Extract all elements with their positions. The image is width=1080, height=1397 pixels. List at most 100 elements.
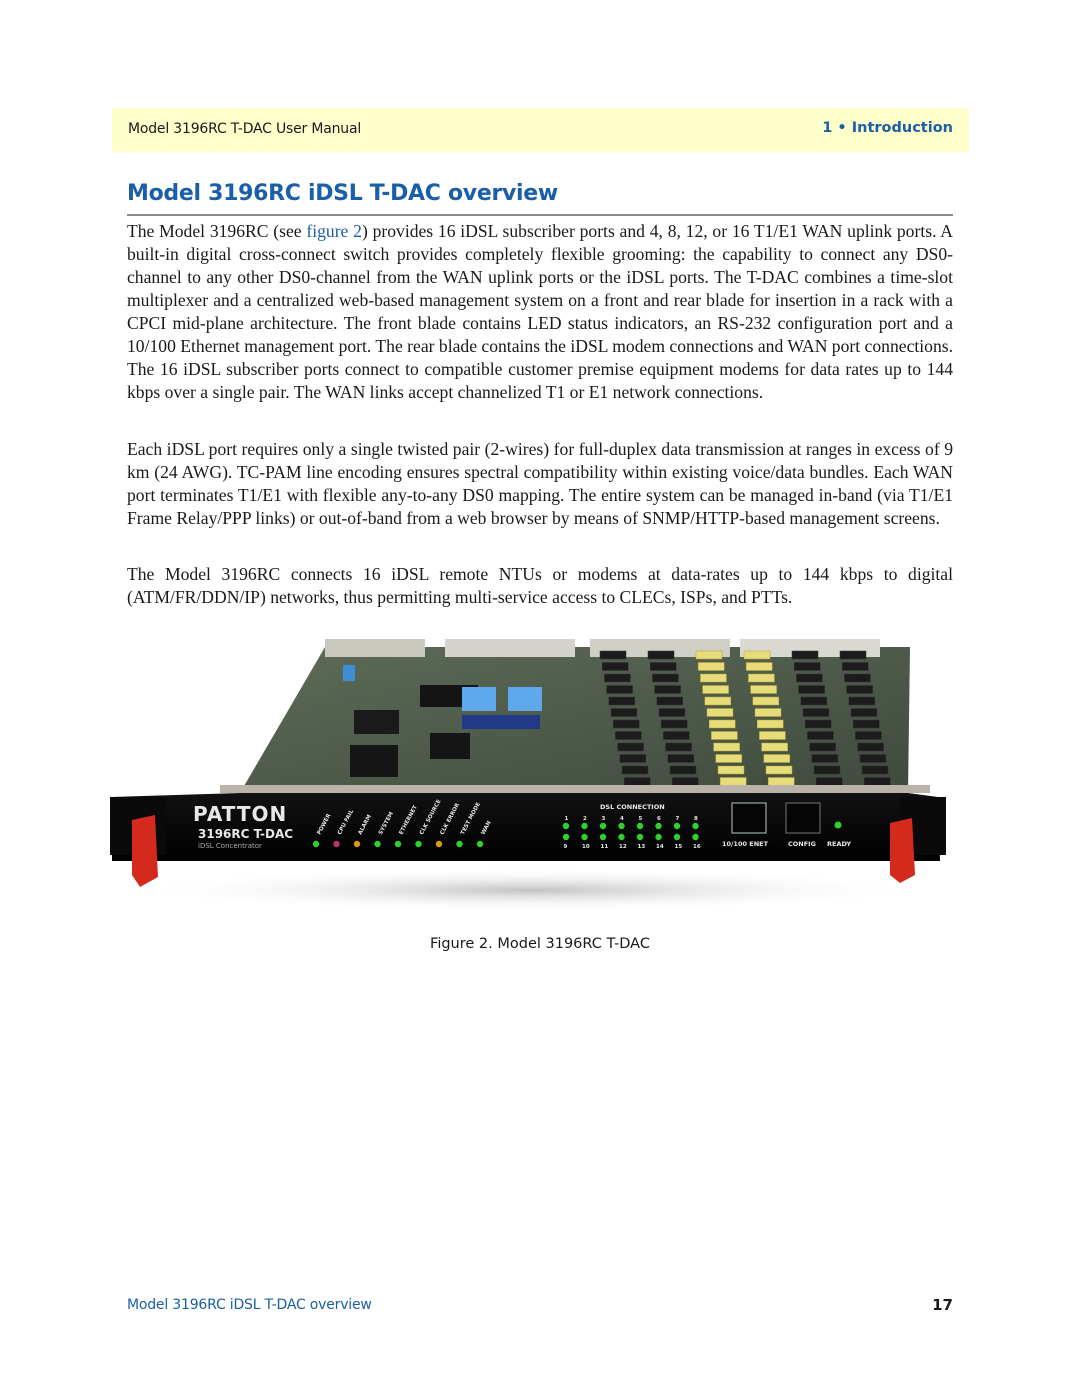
tdac-blade-illustration: PATTON 3196RC T-DAC iDSL Concentrator PO… — [110, 639, 946, 912]
board-component — [802, 708, 830, 717]
figure-caption: Figure 2. Model 3196RC T-DAC — [430, 936, 650, 952]
board-component — [667, 754, 695, 763]
footer-section-name: Model 3196RC iDSL T-DAC overview — [127, 1297, 372, 1313]
paragraph-text: ) provides 16 iDSL subscriber ports and … — [127, 221, 953, 402]
running-header: Model 3196RC T-DAC User Manual 1 • Intro… — [112, 108, 969, 152]
figure-2-link[interactable]: figure 2 — [306, 221, 362, 241]
board-component — [863, 777, 891, 786]
chapter-link[interactable]: 1 • Introduction — [822, 120, 953, 136]
board-component — [750, 685, 777, 694]
dsl-led — [581, 833, 588, 841]
board-component — [859, 754, 887, 763]
panel-subtitle: iDSL Concentrator — [198, 842, 262, 850]
board-component — [601, 662, 629, 671]
dsl-port-label: 7 — [676, 816, 680, 822]
paragraph-idsl-port: Each iDSL port requires only a single tw… — [127, 439, 953, 528]
right-ejector-handle — [890, 818, 915, 883]
dsl-port-label: 11 — [601, 844, 609, 850]
status-led — [353, 840, 361, 848]
dsl-led — [655, 822, 662, 830]
config-port-label: CONFIG — [788, 840, 816, 848]
board-component — [604, 673, 631, 683]
status-led — [456, 840, 463, 848]
board-component — [800, 696, 828, 706]
dsl-led — [673, 822, 681, 830]
board-component — [756, 719, 784, 729]
board-component — [857, 742, 884, 752]
status-led — [333, 840, 340, 848]
left-ejector-handle — [132, 815, 158, 887]
dsl-port-label: 6 — [657, 816, 661, 822]
board-component — [841, 662, 869, 671]
dsl-port-label: 13 — [638, 844, 646, 850]
board-component — [815, 777, 843, 786]
chip — [354, 710, 399, 734]
dsl-connection-heading: DSL CONNECTION — [600, 803, 665, 811]
board-component — [743, 650, 771, 660]
dsl-led — [562, 833, 570, 841]
dsl-led — [673, 833, 681, 841]
dsl-port-label: 1 — [565, 816, 569, 822]
board-component — [848, 696, 876, 706]
board-component — [671, 777, 699, 786]
board-component — [663, 731, 690, 740]
board-component — [702, 685, 729, 694]
dsl-port-label: 8 — [694, 816, 698, 822]
config-port[interactable] — [785, 802, 821, 834]
ready-label: READY — [827, 840, 851, 848]
dsl-led — [636, 833, 644, 841]
board-component — [697, 662, 725, 671]
board-component — [623, 777, 651, 786]
board-component — [617, 742, 644, 752]
dsl-port-label: 3 — [602, 816, 606, 822]
board-component — [656, 696, 684, 706]
board-component — [654, 685, 681, 694]
board-component — [665, 742, 692, 752]
chip — [430, 733, 470, 759]
page-number: 17 — [932, 1296, 953, 1314]
board-component — [861, 765, 889, 775]
chip — [350, 745, 398, 777]
board-component — [761, 742, 788, 752]
dsl-port-label: 4 — [620, 816, 624, 822]
dsl-led — [618, 822, 625, 830]
dsl-port-label: 10 — [582, 844, 590, 850]
board-component — [752, 696, 780, 706]
ethernet-port-label: 10/100 ENET — [722, 840, 769, 848]
board-component — [713, 742, 740, 752]
dsl-led — [599, 822, 607, 830]
section-title: Model 3196RC iDSL T-DAC overview — [127, 181, 558, 206]
status-led — [476, 840, 484, 848]
manual-title: Model 3196RC T-DAC User Manual — [128, 121, 362, 137]
dip-switch — [343, 665, 355, 681]
drop-shadow — [130, 868, 930, 912]
board-component — [649, 662, 677, 671]
status-led — [312, 840, 320, 848]
board-component — [745, 662, 773, 671]
board-component — [852, 719, 880, 729]
board-component — [767, 777, 795, 786]
board-component — [754, 708, 782, 717]
board-component — [619, 754, 647, 763]
board-component — [809, 742, 836, 752]
status-led — [435, 840, 443, 848]
board-component — [700, 673, 727, 683]
board-component — [606, 685, 633, 694]
status-led — [394, 840, 402, 848]
front-rail — [220, 785, 930, 793]
rear-connector — [325, 639, 425, 657]
dsl-port-label: 12 — [619, 844, 627, 850]
board-component — [719, 777, 747, 786]
brand-logo: PATTON — [193, 802, 287, 826]
paragraph-text: The Model 3196RC (see — [127, 221, 307, 241]
paragraph-connectivity: The Model 3196RC connects 16 iDSL remote… — [127, 564, 953, 607]
board-component — [610, 708, 638, 717]
board-component — [658, 708, 686, 717]
board-component — [715, 754, 743, 763]
ethernet-port[interactable] — [731, 802, 767, 834]
board-component — [621, 765, 649, 775]
status-led — [415, 840, 422, 848]
board-component — [717, 765, 745, 775]
board-component — [765, 765, 793, 775]
board-component — [763, 754, 791, 763]
